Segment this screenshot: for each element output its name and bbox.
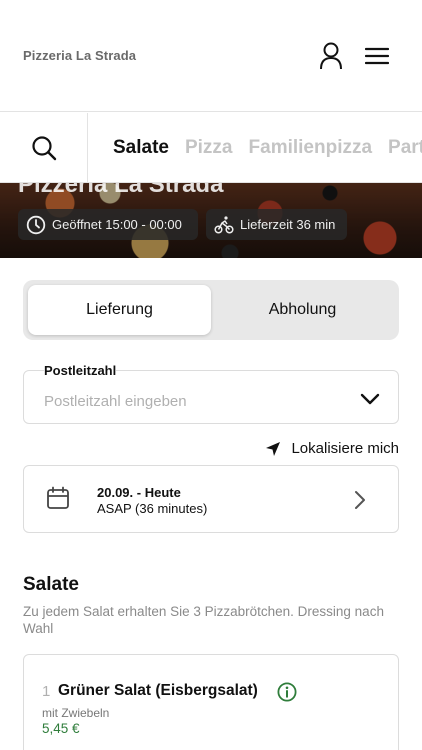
product-description: mit Zwiebeln: [42, 706, 110, 720]
calendar-icon: [47, 486, 69, 509]
user-icon: [320, 42, 342, 70]
selected-time: ASAP (36 minutes): [97, 501, 208, 516]
brand-name[interactable]: Pizzeria La Strada: [23, 48, 136, 63]
postcode-label: Postleitzahl: [44, 363, 117, 378]
search-icon: [31, 136, 56, 161]
info-icon[interactable]: [277, 682, 297, 702]
tab-party[interactable]: Party: [388, 137, 422, 159]
tab-pizza[interactable]: Pizza: [185, 137, 233, 159]
postcode-input[interactable]: [44, 389, 344, 413]
category-bar: Salate Pizza Familienpizza Party: [0, 113, 422, 183]
top-bar: Pizzeria La Strada: [0, 0, 422, 112]
locate-me-link[interactable]: Lokalisiere mich: [265, 440, 399, 457]
delivery-time-badge: Lieferzeit 36 min: [206, 209, 347, 240]
product-price: 5,45 €: [42, 721, 80, 736]
selected-date: 20.09. - Heute: [97, 485, 181, 500]
postcode-dropdown-toggle[interactable]: [358, 389, 382, 409]
section-title: Salate: [23, 574, 79, 595]
tab-familienpizza[interactable]: Familienpizza: [249, 137, 373, 159]
postcode-field: Postleitzahl: [23, 364, 399, 424]
bike-icon: [214, 215, 234, 234]
hamburger-menu-icon: [365, 47, 389, 65]
chevron-right-icon: [355, 491, 365, 509]
menu-button[interactable]: [362, 40, 392, 72]
pickup-option[interactable]: Abholung: [211, 285, 394, 335]
category-tabs: Salate Pizza Familienpizza Party: [113, 113, 422, 182]
opening-hours-badge: Geöffnet 15:00 - 00:00: [18, 209, 198, 240]
delivery-time-selector[interactable]: 20.09. - Heute ASAP (36 minutes): [23, 465, 399, 533]
section-description: Zu jedem Salat erhalten Sie 3 Pizzabrötc…: [23, 604, 384, 636]
hero-title: Pizzeria La Strada: [18, 183, 224, 198]
tab-salate[interactable]: Salate: [113, 137, 169, 159]
order-mode-toggle: Lieferung Abholung: [23, 280, 399, 340]
account-button[interactable]: [316, 40, 346, 72]
location-arrow-icon: [266, 441, 281, 456]
chevron-down-icon: [360, 393, 380, 405]
hero-banner: Pizzeria La Strada Geöffnet 15:00 - 00:0…: [0, 183, 422, 258]
locate-me-label: Lokalisiere mich: [291, 440, 399, 457]
product-card[interactable]: 1 Grüner Salat (Eisbergsalat) mit Zwiebe…: [23, 654, 399, 750]
product-number: 1: [42, 683, 51, 700]
clock-icon: [26, 215, 46, 234]
opening-hours-text: Geöffnet 15:00 - 00:00: [52, 217, 182, 232]
delivery-option[interactable]: Lieferung: [28, 285, 211, 335]
delivery-time-text: Lieferzeit 36 min: [240, 217, 336, 232]
search-button[interactable]: [0, 113, 88, 182]
product-name: Grüner Salat (Eisbergsalat): [58, 682, 258, 699]
